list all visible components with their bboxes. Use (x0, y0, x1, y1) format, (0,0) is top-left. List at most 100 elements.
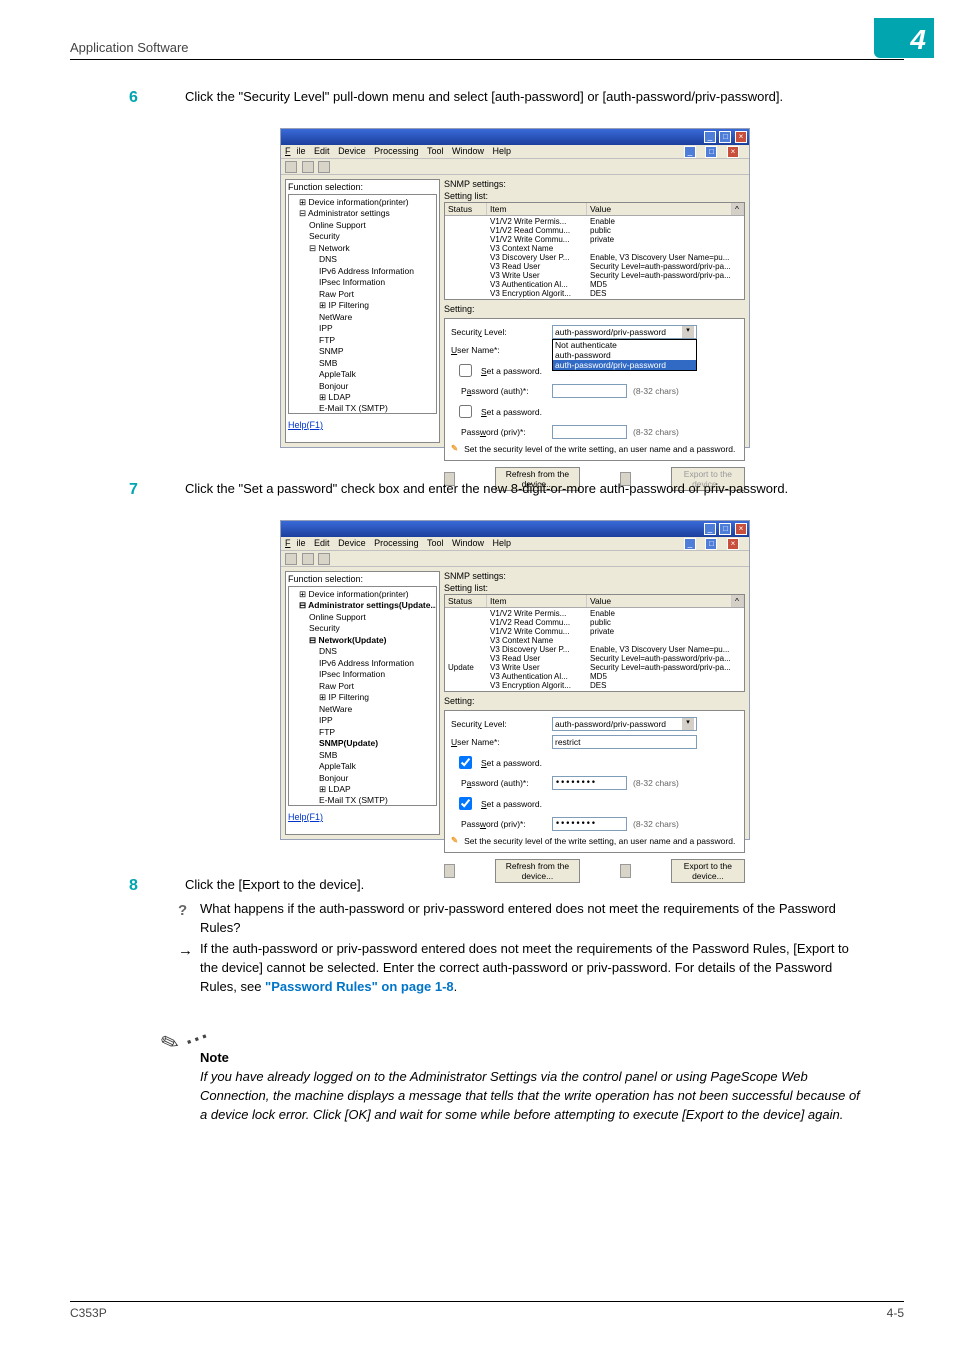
col-value[interactable]: Value (587, 595, 732, 607)
menu-edit[interactable]: Edit (314, 146, 330, 156)
mdi-minimize-icon[interactable]: _ (684, 146, 696, 158)
menu-device[interactable]: Device (338, 538, 366, 548)
username-label: User Name*: (451, 737, 546, 747)
mdi-close-icon[interactable]: × (727, 538, 739, 550)
password-rules-link[interactable]: "Password Rules" on page 1-8 (265, 979, 454, 994)
chevron-down-icon[interactable]: ▾ (682, 718, 694, 730)
col-item[interactable]: Item (487, 595, 587, 607)
password-auth-input[interactable] (552, 384, 627, 398)
security-level-dropdown[interactable]: auth-password/priv-password▾ Not authent… (552, 325, 697, 339)
footer-left: C353P (70, 1306, 107, 1320)
menu-file[interactable]: File (285, 146, 306, 156)
password-priv-label: Password (priv)*: (451, 427, 546, 437)
menu-tool[interactable]: Tool (427, 146, 444, 156)
setting-form: Security Level: auth-password/priv-passw… (444, 318, 745, 461)
set-password-label: Set a password. (481, 407, 542, 417)
header-title: Application Software (70, 40, 189, 55)
left-panel: Function selection: ⊞ Device information… (285, 179, 440, 443)
password-auth-input[interactable] (552, 776, 627, 790)
close-icon[interactable]: × (735, 131, 747, 143)
menu-processing[interactable]: Processing (374, 538, 419, 548)
menu-help[interactable]: Help (493, 146, 512, 156)
password-hint: (8-32 chars) (633, 778, 679, 788)
window-buttons: _ □ × (703, 131, 747, 143)
setting-form: Security Level: auth-password/priv-passw… (444, 710, 745, 853)
note-text: If you have already logged on to the Adm… (200, 1068, 864, 1125)
mdi-close-icon[interactable]: × (727, 146, 739, 158)
set-password-auth-checkbox[interactable] (459, 364, 472, 377)
close-icon[interactable]: × (735, 523, 747, 535)
question-icon: ? (178, 900, 187, 922)
dd-option[interactable]: auth-password/priv-password (553, 360, 696, 370)
form-footnote: Set the security level of the write sett… (464, 444, 735, 454)
menu-help[interactable]: Help (493, 538, 512, 548)
setting-list[interactable]: Status Item Value ^ V1/V2 Write Permis..… (444, 594, 745, 692)
set-password-auth-checkbox[interactable] (459, 756, 472, 769)
mdi-minimize-icon[interactable]: _ (684, 538, 696, 550)
chevron-down-icon[interactable]: ▾ (682, 326, 694, 338)
dropdown-list[interactable]: Not authenticate auth-password auth-pass… (552, 339, 697, 371)
menu-processing[interactable]: Processing (374, 146, 419, 156)
toolbar-icon[interactable] (285, 161, 297, 173)
maximize-icon[interactable]: □ (719, 131, 731, 143)
username-input[interactable] (552, 735, 697, 749)
menu-tool[interactable]: Tool (427, 538, 444, 548)
step-7: 7 Click the "Set a password" check box a… (155, 480, 864, 499)
set-password-priv-checkbox[interactable] (459, 405, 472, 418)
set-password-priv-checkbox[interactable] (459, 797, 472, 810)
toolbar-icon[interactable] (285, 553, 297, 565)
menu-file[interactable]: File (285, 538, 306, 548)
setting-list[interactable]: Status Item Value ^ V1/V2 Write Permis..… (444, 202, 745, 300)
chapter-flag: 4 (874, 18, 934, 58)
mdi-buttons: _ □ × (683, 146, 745, 157)
toolbar-icon[interactable] (302, 161, 314, 173)
answer-text: If the auth-password or priv-password en… (200, 941, 849, 994)
set-password-label: Set a password. (481, 758, 542, 768)
info-icon: ✎ (451, 443, 458, 454)
sub-question: ? What happens if the auth-password or p… (200, 900, 864, 938)
menu-window[interactable]: Window (452, 146, 484, 156)
toolbar (281, 159, 749, 175)
security-level-dropdown[interactable]: auth-password/priv-password▾ (552, 717, 697, 731)
setting-label: Setting: (444, 696, 745, 706)
settinglist-label: Setting list: (444, 191, 745, 201)
password-auth-label: Password (auth)*: (451, 386, 546, 396)
maximize-icon[interactable]: □ (719, 523, 731, 535)
minimize-icon[interactable]: _ (704, 131, 716, 143)
function-selection-label: Function selection: (288, 574, 437, 584)
security-level-label: Security Level: (451, 327, 546, 337)
arrow-icon: → (178, 940, 193, 962)
password-priv-input[interactable] (552, 817, 627, 831)
step-number: 8 (129, 874, 138, 897)
function-tree[interactable]: ⊞ Device information(printer) ⊟ Administ… (288, 586, 437, 806)
mdi-restore-icon[interactable]: □ (705, 146, 717, 158)
panel-title: SNMP settings: (444, 179, 745, 189)
step-text: Click the [Export to the device]. (155, 876, 864, 895)
toolbar-icon[interactable] (318, 161, 330, 173)
help-link[interactable]: Help(F1) (288, 812, 437, 822)
security-level-label: Security Level: (451, 719, 546, 729)
toolbar (281, 551, 749, 567)
step-8: 8 Click the [Export to the device]. (155, 876, 864, 895)
dd-option[interactable]: auth-password (553, 350, 696, 360)
step-6: 6 Click the "Security Level" pull-down m… (155, 88, 864, 107)
minimize-icon[interactable]: _ (704, 523, 716, 535)
info-icon: ✎ (451, 835, 458, 846)
menu-device[interactable]: Device (338, 146, 366, 156)
toolbar-icon[interactable] (318, 553, 330, 565)
col-value[interactable]: Value (587, 203, 732, 215)
question-text: What happens if the auth-password or pri… (200, 901, 836, 935)
menu-window[interactable]: Window (452, 538, 484, 548)
panel-title: SNMP settings: (444, 571, 745, 581)
help-link[interactable]: Help(F1) (288, 420, 437, 430)
col-item[interactable]: Item (487, 203, 587, 215)
col-status[interactable]: Status (445, 203, 487, 215)
toolbar-icon[interactable] (302, 553, 314, 565)
mdi-restore-icon[interactable]: □ (705, 538, 717, 550)
menu-edit[interactable]: Edit (314, 538, 330, 548)
function-tree[interactable]: ⊞ Device information(printer) ⊟ Administ… (288, 194, 437, 414)
col-status[interactable]: Status (445, 595, 487, 607)
password-priv-input[interactable] (552, 425, 627, 439)
menubar: File Edit Device Processing Tool Window … (281, 145, 749, 159)
dd-option[interactable]: Not authenticate (553, 340, 696, 350)
